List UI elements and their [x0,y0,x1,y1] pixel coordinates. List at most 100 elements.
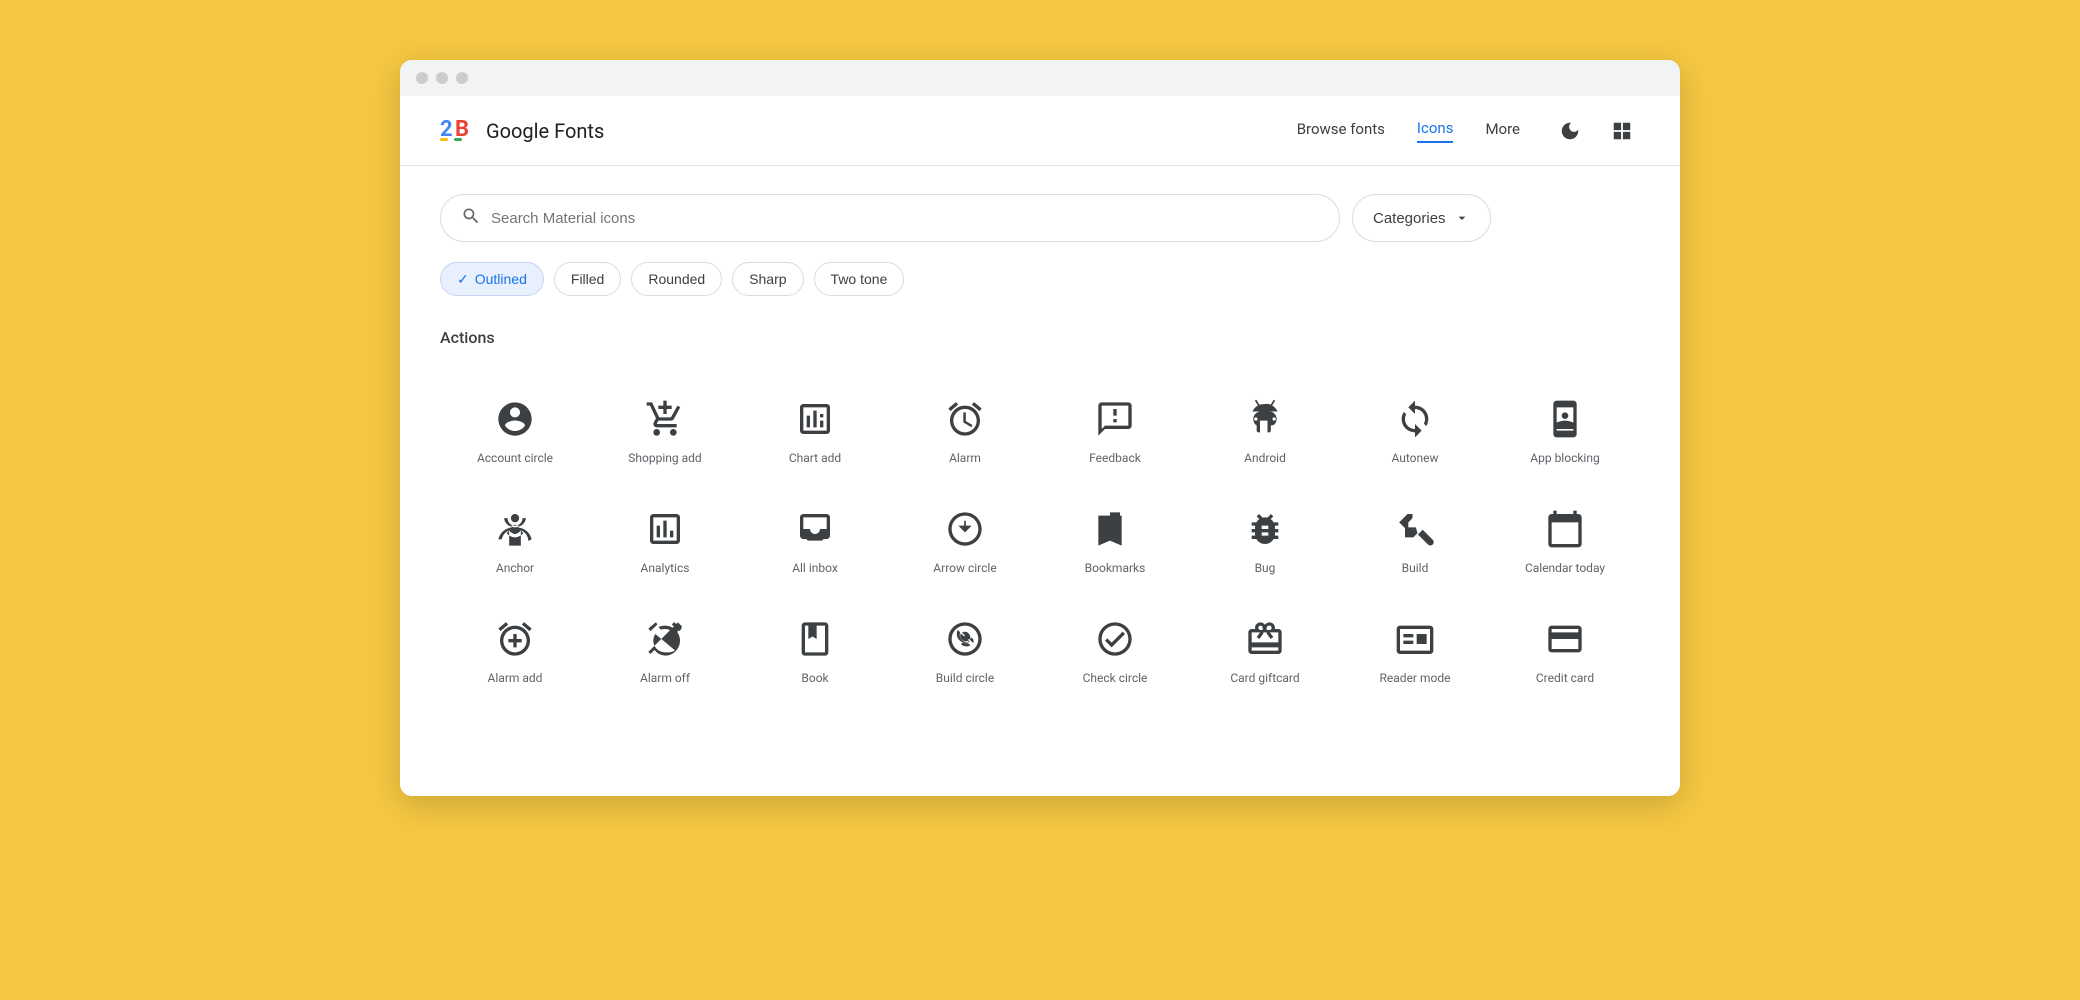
browser-dot-yellow [436,72,448,84]
search-bar-wrapper: Categories [440,194,1640,242]
filter-sharp[interactable]: Sharp [732,262,803,296]
icon-build-circle[interactable]: Build circle [890,595,1040,705]
section-title-actions: Actions [440,328,1640,347]
page-content: 2 B Google Fonts Browse fonts Icons More [400,96,1680,796]
navbar: 2 B Google Fonts Browse fonts Icons More [400,96,1680,166]
icon-arrow-circle[interactable]: Arrow circle [890,485,1040,595]
nav-icons[interactable]: Icons [1417,119,1454,143]
anchor-icon [495,507,535,551]
icon-label-book: Book [801,671,828,687]
icon-autonew[interactable]: Autonew [1340,375,1490,485]
nav-links: Browse fonts Icons More [1297,119,1520,143]
card-giftcard-icon [1245,617,1285,661]
browser-chrome [400,60,1680,96]
icon-label-analytics: Analytics [641,561,690,577]
logo-area: 2 B Google Fonts [440,114,1297,147]
icon-label-shopping-add: Shopping add [628,451,701,467]
icon-label-anchor: Anchor [496,561,534,577]
credit-card-icon [1545,617,1585,661]
icon-reader-mode[interactable]: Reader mode [1340,595,1490,705]
icon-label-account-circle: Account circle [477,451,553,467]
alarm-icon [945,397,985,441]
reader-mode-icon [1395,617,1435,661]
browser-window: 2 B Google Fonts Browse fonts Icons More [400,60,1680,796]
app-blocking-icon [1545,397,1585,441]
icon-credit-card[interactable]: Credit card [1490,595,1640,705]
icon-label-arrow-circle: Arrow circle [933,561,996,577]
filter-outlined[interactable]: ✓ Outlined [440,262,544,296]
analytics-icon [645,507,685,551]
icon-label-android: Android [1244,451,1286,467]
icon-alarm[interactable]: Alarm [890,375,1040,485]
icon-shopping-add[interactable]: Shopping add [590,375,740,485]
icon-label-bug: Bug [1255,561,1276,577]
icon-label-build: Build [1402,561,1429,577]
build-icon [1395,507,1435,551]
icon-anchor[interactable]: Anchor [440,485,590,595]
feedback-icon [1095,397,1135,441]
alarm-off-icon [645,617,685,661]
build-circle-icon [945,617,985,661]
icon-all-inbox[interactable]: All inbox [740,485,890,595]
icon-label-credit-card: Credit card [1536,671,1594,687]
nav-more[interactable]: More [1485,120,1520,142]
search-section: Categories [400,166,1680,242]
calendar-today-icon [1545,507,1585,551]
icon-bug[interactable]: Bug [1190,485,1340,595]
icon-analytics[interactable]: Analytics [590,485,740,595]
nav-browse-fonts[interactable]: Browse fonts [1297,120,1385,142]
icon-label-all-inbox: All inbox [792,561,838,577]
icon-label-bookmarks: Bookmarks [1085,561,1146,577]
icon-label-alarm-add: Alarm add [488,671,543,687]
icons-grid: Account circle Shopping add Chart add [440,375,1640,705]
icon-card-giftcard[interactable]: Card giftcard [1190,595,1340,705]
icons-section: Actions Account circle Shopping add [400,296,1680,725]
arrow-circle-icon [945,507,985,551]
icon-book[interactable]: Book [740,595,890,705]
icon-label-autonew: Autonew [1391,451,1438,467]
search-icon [461,206,481,231]
icon-label-calendar-today: Calendar today [1525,561,1605,577]
icon-alarm-add[interactable]: Alarm add [440,595,590,705]
search-bar [440,194,1340,242]
icon-label-card-giftcard: Card giftcard [1230,671,1299,687]
alarm-add-icon [495,617,535,661]
autonew-icon [1395,397,1435,441]
icon-check-circle[interactable]: Check circle [1040,595,1190,705]
icon-label-alarm: Alarm [949,451,981,467]
icon-build[interactable]: Build [1340,485,1490,595]
icon-label-chart-add: Chart add [789,451,841,467]
grid-view-button[interactable] [1604,113,1640,149]
icon-label-check-circle: Check circle [1083,671,1148,687]
filter-filled[interactable]: Filled [554,262,621,296]
all-inbox-icon [795,507,835,551]
bug-icon [1245,507,1285,551]
icon-account-circle[interactable]: Account circle [440,375,590,485]
categories-button[interactable]: Categories [1352,194,1491,242]
filter-rounded[interactable]: Rounded [631,262,722,296]
icon-label-reader-mode: Reader mode [1380,671,1451,687]
icon-android[interactable]: Android [1190,375,1340,485]
shopping-add-icon [645,397,685,441]
icon-label-feedback: Feedback [1089,451,1141,467]
android-icon [1245,397,1285,441]
icon-label-alarm-off: Alarm off [640,671,690,687]
icon-calendar-today[interactable]: Calendar today [1490,485,1640,595]
book-icon [795,617,835,661]
icon-chart-add[interactable]: Chart add [740,375,890,485]
check-circle-icon [1095,617,1135,661]
logo-icon: 2 B [440,114,476,147]
icon-alarm-off[interactable]: Alarm off [590,595,740,705]
icon-app-blocking[interactable]: App blocking [1490,375,1640,485]
logo-text: Google Fonts [486,119,604,143]
icon-label-build-circle: Build circle [936,671,994,687]
search-input[interactable] [491,210,1319,227]
account-circle-icon [495,397,535,441]
browser-dot-green [456,72,468,84]
filter-row: ✓ Outlined Filled Rounded Sharp Two tone [400,242,1680,296]
filter-two-tone[interactable]: Two tone [814,262,905,296]
icon-bookmarks[interactable]: Bookmarks [1040,485,1190,595]
icon-feedback[interactable]: Feedback [1040,375,1190,485]
bookmarks-icon [1095,507,1135,551]
theme-toggle-button[interactable] [1552,113,1588,149]
